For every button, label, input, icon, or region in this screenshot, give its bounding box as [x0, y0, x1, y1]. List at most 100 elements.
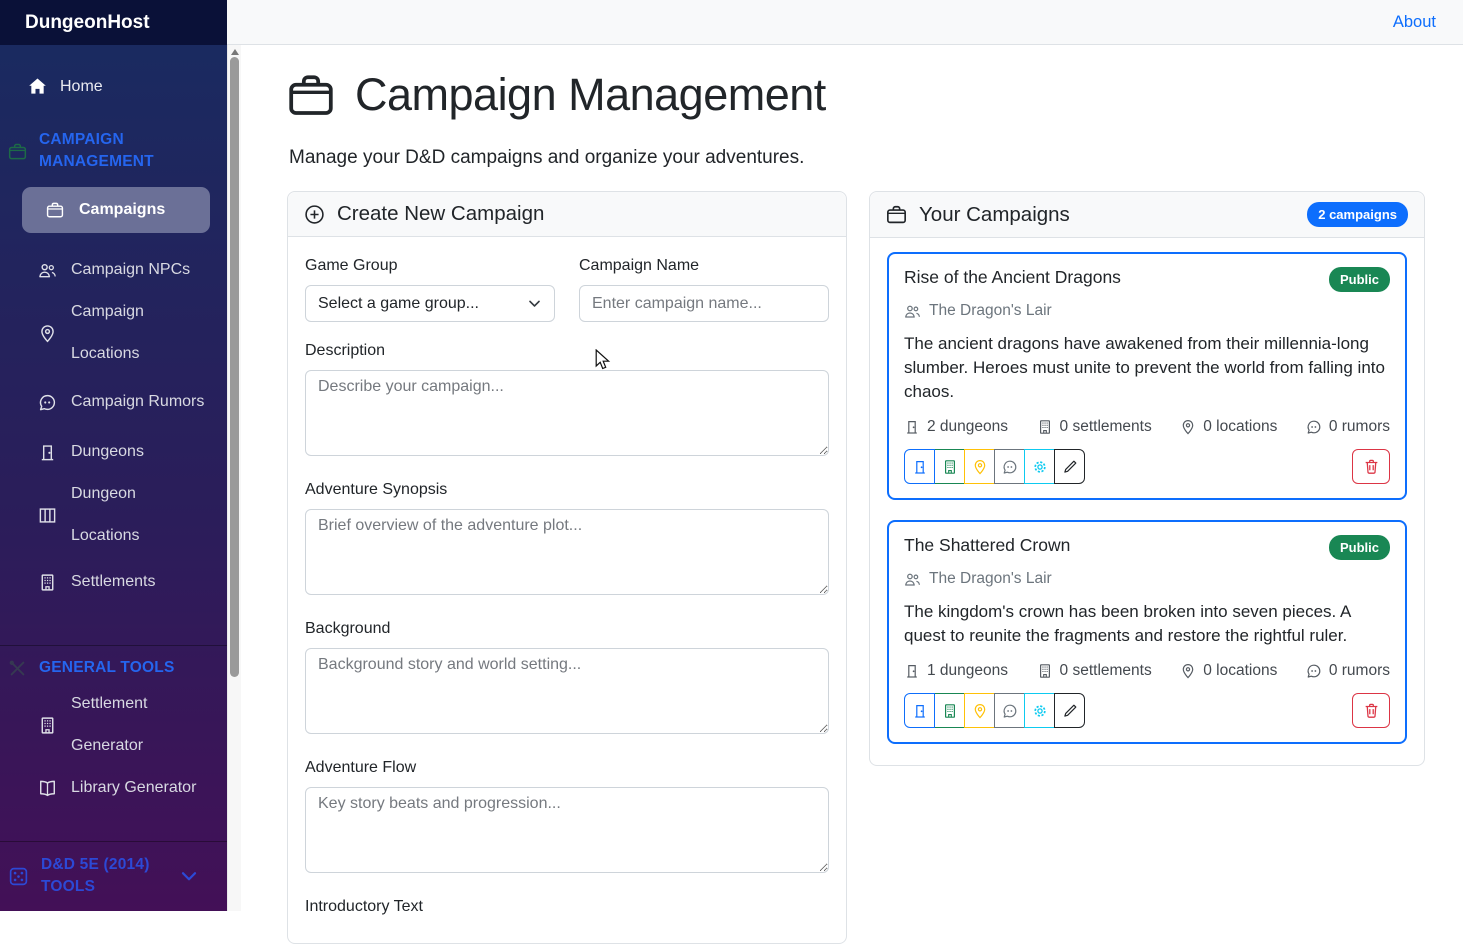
building-icon	[942, 459, 958, 475]
sidebar-section-campaign-management: CAMPAIGNMANAGEMENT	[0, 129, 227, 173]
top-navbar: About	[241, 0, 1463, 45]
campaign-action-buttons	[904, 693, 1085, 728]
chat-icon	[1306, 663, 1322, 679]
sidebar-item-campaign-rumors[interactable]: Campaign Rumors	[38, 381, 227, 423]
chat-icon	[1002, 703, 1018, 719]
sidebar-item-settlement-generator[interactable]: SettlementGenerator	[38, 683, 227, 767]
door-icon	[904, 663, 920, 679]
locations-button[interactable]	[964, 693, 995, 728]
dungeons-stat: 1 dungeons	[904, 662, 1008, 680]
delete-campaign-button[interactable]	[1352, 693, 1390, 728]
campaign-title: Rise of the Ancient Dragons	[904, 267, 1121, 288]
rumors-stat: 0 rumors	[1306, 418, 1390, 436]
game-group-label: Game Group	[305, 257, 555, 275]
rumors-stat: 0 rumors	[1306, 662, 1390, 680]
gear-icon	[1032, 459, 1048, 475]
building-icon	[38, 716, 57, 735]
campaign-card[interactable]: Rise of the Ancient Dragons Public The D…	[887, 252, 1407, 500]
sidebar-item-campaign-locations[interactable]: CampaignLocations	[38, 291, 227, 375]
dungeons-button[interactable]	[904, 449, 935, 484]
game-group-select[interactable]: Select a game group...	[305, 285, 555, 322]
brand-logo[interactable]: DungeonHost	[0, 0, 227, 45]
sidebar-item-library-generator[interactable]: Library Generator	[38, 767, 227, 809]
sidebar-item-dungeon-locations[interactable]: DungeonLocations	[38, 473, 227, 557]
page-header: Campaign Management	[287, 69, 1425, 121]
door-icon	[912, 703, 928, 719]
door-icon	[904, 419, 920, 435]
building-icon	[1037, 419, 1053, 435]
background-label: Background	[305, 620, 829, 638]
settlements-button[interactable]	[934, 449, 965, 484]
building-icon	[1037, 663, 1053, 679]
settings-button[interactable]	[1024, 693, 1055, 728]
sidebar-item-campaigns-active[interactable]: Campaigns	[22, 187, 210, 233]
sidebar-item-settlements[interactable]: Settlements	[38, 561, 227, 603]
section-label: GENERAL TOOLS	[39, 657, 175, 679]
adventure-flow-label: Adventure Flow	[305, 759, 829, 777]
campaign-name-label: Campaign Name	[579, 257, 829, 275]
door-icon	[38, 443, 57, 462]
locations-stat: 0 locations	[1180, 662, 1277, 680]
sidebar-item-campaign-npcs[interactable]: Campaign NPCs	[38, 249, 227, 291]
sidebar-item-label: Library Generator	[71, 767, 196, 809]
people-icon	[38, 261, 57, 280]
sidebar-item-label: Dungeons	[71, 431, 144, 473]
sidebar-nav: Home CAMPAIGNMANAGEMENT Campaigns Campai…	[0, 45, 227, 911]
building-icon	[942, 703, 958, 719]
sidebar-item-label: Campaigns	[79, 201, 165, 219]
settlements-button[interactable]	[934, 693, 965, 728]
synopsis-textarea[interactable]	[305, 509, 829, 595]
about-link[interactable]: About	[1393, 13, 1436, 32]
campaign-description: The ancient dragons have awakened from t…	[904, 332, 1390, 404]
settlements-stat: 0 settlements	[1037, 662, 1152, 680]
sidebar-item-label: Home	[60, 78, 103, 96]
sidebar-divider	[0, 841, 227, 842]
tools-icon	[8, 659, 27, 678]
locations-stat: 0 locations	[1180, 418, 1277, 436]
campaign-card[interactable]: The Shattered Crown Public The Dragon's …	[887, 520, 1407, 744]
briefcase-icon	[46, 201, 64, 219]
plus-circle-icon	[304, 204, 325, 225]
edit-button[interactable]	[1054, 449, 1085, 484]
app-window: DungeonHost Home CAMPAIGNMANAGEMENT Camp…	[0, 0, 1463, 911]
edit-button[interactable]	[1054, 693, 1085, 728]
rumors-button[interactable]	[994, 693, 1025, 728]
building-icon	[38, 573, 57, 592]
map-icon	[38, 506, 57, 525]
settings-button[interactable]	[1024, 449, 1055, 484]
scrollbar-up-arrow[interactable]	[231, 49, 239, 55]
sidebar-scrollbar[interactable]	[227, 45, 241, 911]
scrollbar-thumb[interactable]	[230, 57, 239, 677]
sidebar-item-label: Settlements	[71, 561, 155, 603]
public-badge: Public	[1329, 535, 1390, 560]
dungeons-button[interactable]	[904, 693, 935, 728]
sidebar-item-label: CampaignLocations	[71, 291, 144, 375]
sidebar-item-label: Campaign NPCs	[71, 249, 190, 291]
campaign-name-input[interactable]	[579, 285, 829, 322]
dungeons-stat: 2 dungeons	[904, 418, 1008, 436]
delete-campaign-button[interactable]	[1352, 449, 1390, 484]
sidebar-item-label: DungeonLocations	[71, 473, 140, 557]
sidebar-item-dungeons[interactable]: Dungeons	[38, 431, 227, 473]
page-content: Campaign Management Manage your D&D camp…	[241, 45, 1463, 944]
your-campaigns-panel: Your Campaigns 2 campaigns Rise of the A…	[869, 191, 1425, 766]
locations-button[interactable]	[964, 449, 995, 484]
pencil-icon	[1062, 459, 1078, 475]
sidebar-section-dnd-tools[interactable]: D&D 5E (2014)TOOLS	[0, 854, 227, 898]
geo-pin-icon	[1180, 663, 1196, 679]
campaign-description: The kingdom's crown has been broken into…	[904, 600, 1390, 648]
sidebar-divider	[0, 645, 227, 646]
briefcase-icon	[886, 204, 907, 225]
description-textarea[interactable]	[305, 370, 829, 456]
chat-icon	[38, 393, 57, 412]
rumors-button[interactable]	[994, 449, 1025, 484]
sidebar-item-home[interactable]: Home	[28, 77, 227, 96]
background-textarea[interactable]	[305, 648, 829, 734]
main-area: About Campaign Management Manage your D&…	[241, 0, 1463, 911]
adventure-flow-textarea[interactable]	[305, 787, 829, 873]
chevron-down-icon	[527, 296, 542, 311]
dice-icon	[8, 866, 29, 887]
chevron-down-icon[interactable]	[179, 866, 199, 886]
public-badge: Public	[1329, 267, 1390, 292]
section-label: D&D 5E (2014)TOOLS	[41, 854, 150, 898]
